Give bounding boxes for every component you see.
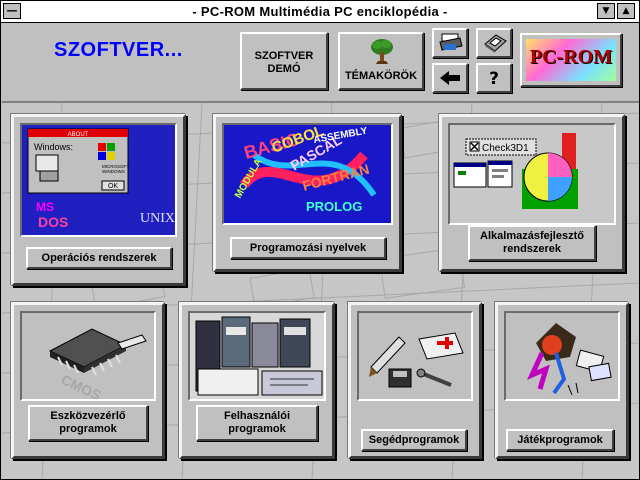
page-heading: SZOFTVER... [54, 39, 183, 61]
utilities-label: Segédprogramok [368, 433, 460, 446]
device-driver-button[interactable]: Eszközvezérlő programok [28, 405, 148, 441]
user-programs-label-2: programok [228, 423, 286, 435]
programming-languages-tile[interactable]: BASIC COBOL PASCAL ASSEMBLY FORTRAN PROL… [213, 114, 402, 272]
application-window: — - PC-ROM Multimédia PC enciklopédia - … [0, 0, 640, 480]
os-dos-text: DOS [38, 214, 68, 230]
minimize-button[interactable]: ▼ [597, 3, 615, 19]
device-driver-label-1: Eszközvezérlő [50, 410, 126, 422]
maximize-button[interactable]: ▲ [617, 3, 635, 19]
operating-systems-label: Operációs rendszerek [41, 251, 157, 264]
lang-prolog: PROLOG [306, 199, 362, 214]
software-demo-label-2: DEMÓ [267, 63, 301, 75]
category-area: ABOUT Windows: MICROSOFT WINDOWS OK MS D… [2, 103, 639, 479]
os-about-title: ABOUT [68, 132, 89, 138]
games-button[interactable]: Játékprogramok [506, 429, 614, 451]
software-demo-button[interactable]: SZOFTVER DEMÓ [240, 32, 328, 90]
disk-drive-icon [482, 32, 508, 54]
pc-rom-logo: PC-ROM [529, 46, 613, 68]
topics-label: TÉMAKÖRÖK [344, 70, 418, 82]
triangle-down-icon: ▼ [602, 6, 610, 16]
save-button[interactable] [476, 28, 512, 58]
window-title: - PC-ROM Multimédia PC enciklopédia - [192, 4, 448, 19]
user-programs-tile[interactable]: Felhasználói programok [179, 302, 335, 459]
app-dev-image: Check3D1 [448, 123, 616, 225]
games-label: Játékprogramok [517, 433, 603, 446]
app-dev-label-2: rendszerek [502, 243, 562, 255]
device-driver-tile[interactable]: CMOS Eszközvezérlő programok [11, 302, 165, 459]
utilities-button[interactable]: Segédprogramok [361, 429, 467, 451]
os-logo-text-2: WINDOWS [102, 169, 125, 174]
utilities-tile[interactable]: Segédprogramok [348, 302, 482, 459]
games-image [504, 311, 620, 401]
help-icon: ? [489, 69, 499, 89]
print-button[interactable] [432, 28, 468, 58]
arrow-left-icon [438, 69, 462, 87]
title-bar[interactable]: — - PC-ROM Multimédia PC enciklopédia - … [1, 1, 639, 23]
header-bar: SZOFTVER... SZOFTVER DEMÓ TÉMAKÖRÖK ? PC… [2, 23, 639, 103]
os-ms-text: MS [36, 200, 54, 214]
app-dev-tile[interactable]: Check3D1 Alkalmazásfejlesztő rendszerek [439, 114, 625, 272]
operating-systems-button[interactable]: Operációs rendszerek [26, 247, 172, 269]
device-driver-label-2: programok [59, 423, 117, 435]
games-tile[interactable]: Játékprogramok [495, 302, 629, 459]
triangle-up-icon: ▲ [622, 6, 630, 16]
help-button[interactable]: ? [476, 63, 512, 93]
utilities-image [357, 311, 473, 401]
topics-button[interactable]: TÉMAKÖRÖK [338, 32, 424, 90]
software-demo-label-1: SZOFTVER [254, 50, 314, 62]
programming-languages-label: Programozási nyelvek [249, 241, 367, 254]
os-windows-text: Windows: [34, 142, 73, 152]
tree-icon [369, 38, 395, 66]
app-dev-button[interactable]: Alkalmazásfejlesztő rendszerek [468, 225, 596, 261]
app-dev-label-1: Alkalmazásfejlesztő [480, 230, 584, 242]
programming-languages-image: BASIC COBOL PASCAL ASSEMBLY FORTRAN PROL… [222, 123, 393, 225]
os-ok-button: OK [108, 183, 118, 190]
programming-languages-button[interactable]: Programozási nyelvek [230, 237, 386, 259]
back-button[interactable] [432, 63, 468, 93]
operating-systems-image: ABOUT Windows: MICROSOFT WINDOWS OK MS D… [20, 123, 177, 237]
user-programs-label-1: Felhasználói [223, 410, 291, 422]
pc-rom-logo-button[interactable]: PC-ROM [520, 33, 622, 87]
printer-icon [438, 32, 464, 54]
operating-systems-tile[interactable]: ABOUT Windows: MICROSOFT WINDOWS OK MS D… [11, 114, 186, 286]
user-programs-image [188, 311, 326, 401]
user-programs-button[interactable]: Felhasználói programok [196, 405, 318, 441]
check3d-label: Check3D1 [482, 143, 529, 154]
os-unix-text: UNIX [140, 211, 175, 226]
device-driver-image: CMOS [20, 311, 156, 401]
